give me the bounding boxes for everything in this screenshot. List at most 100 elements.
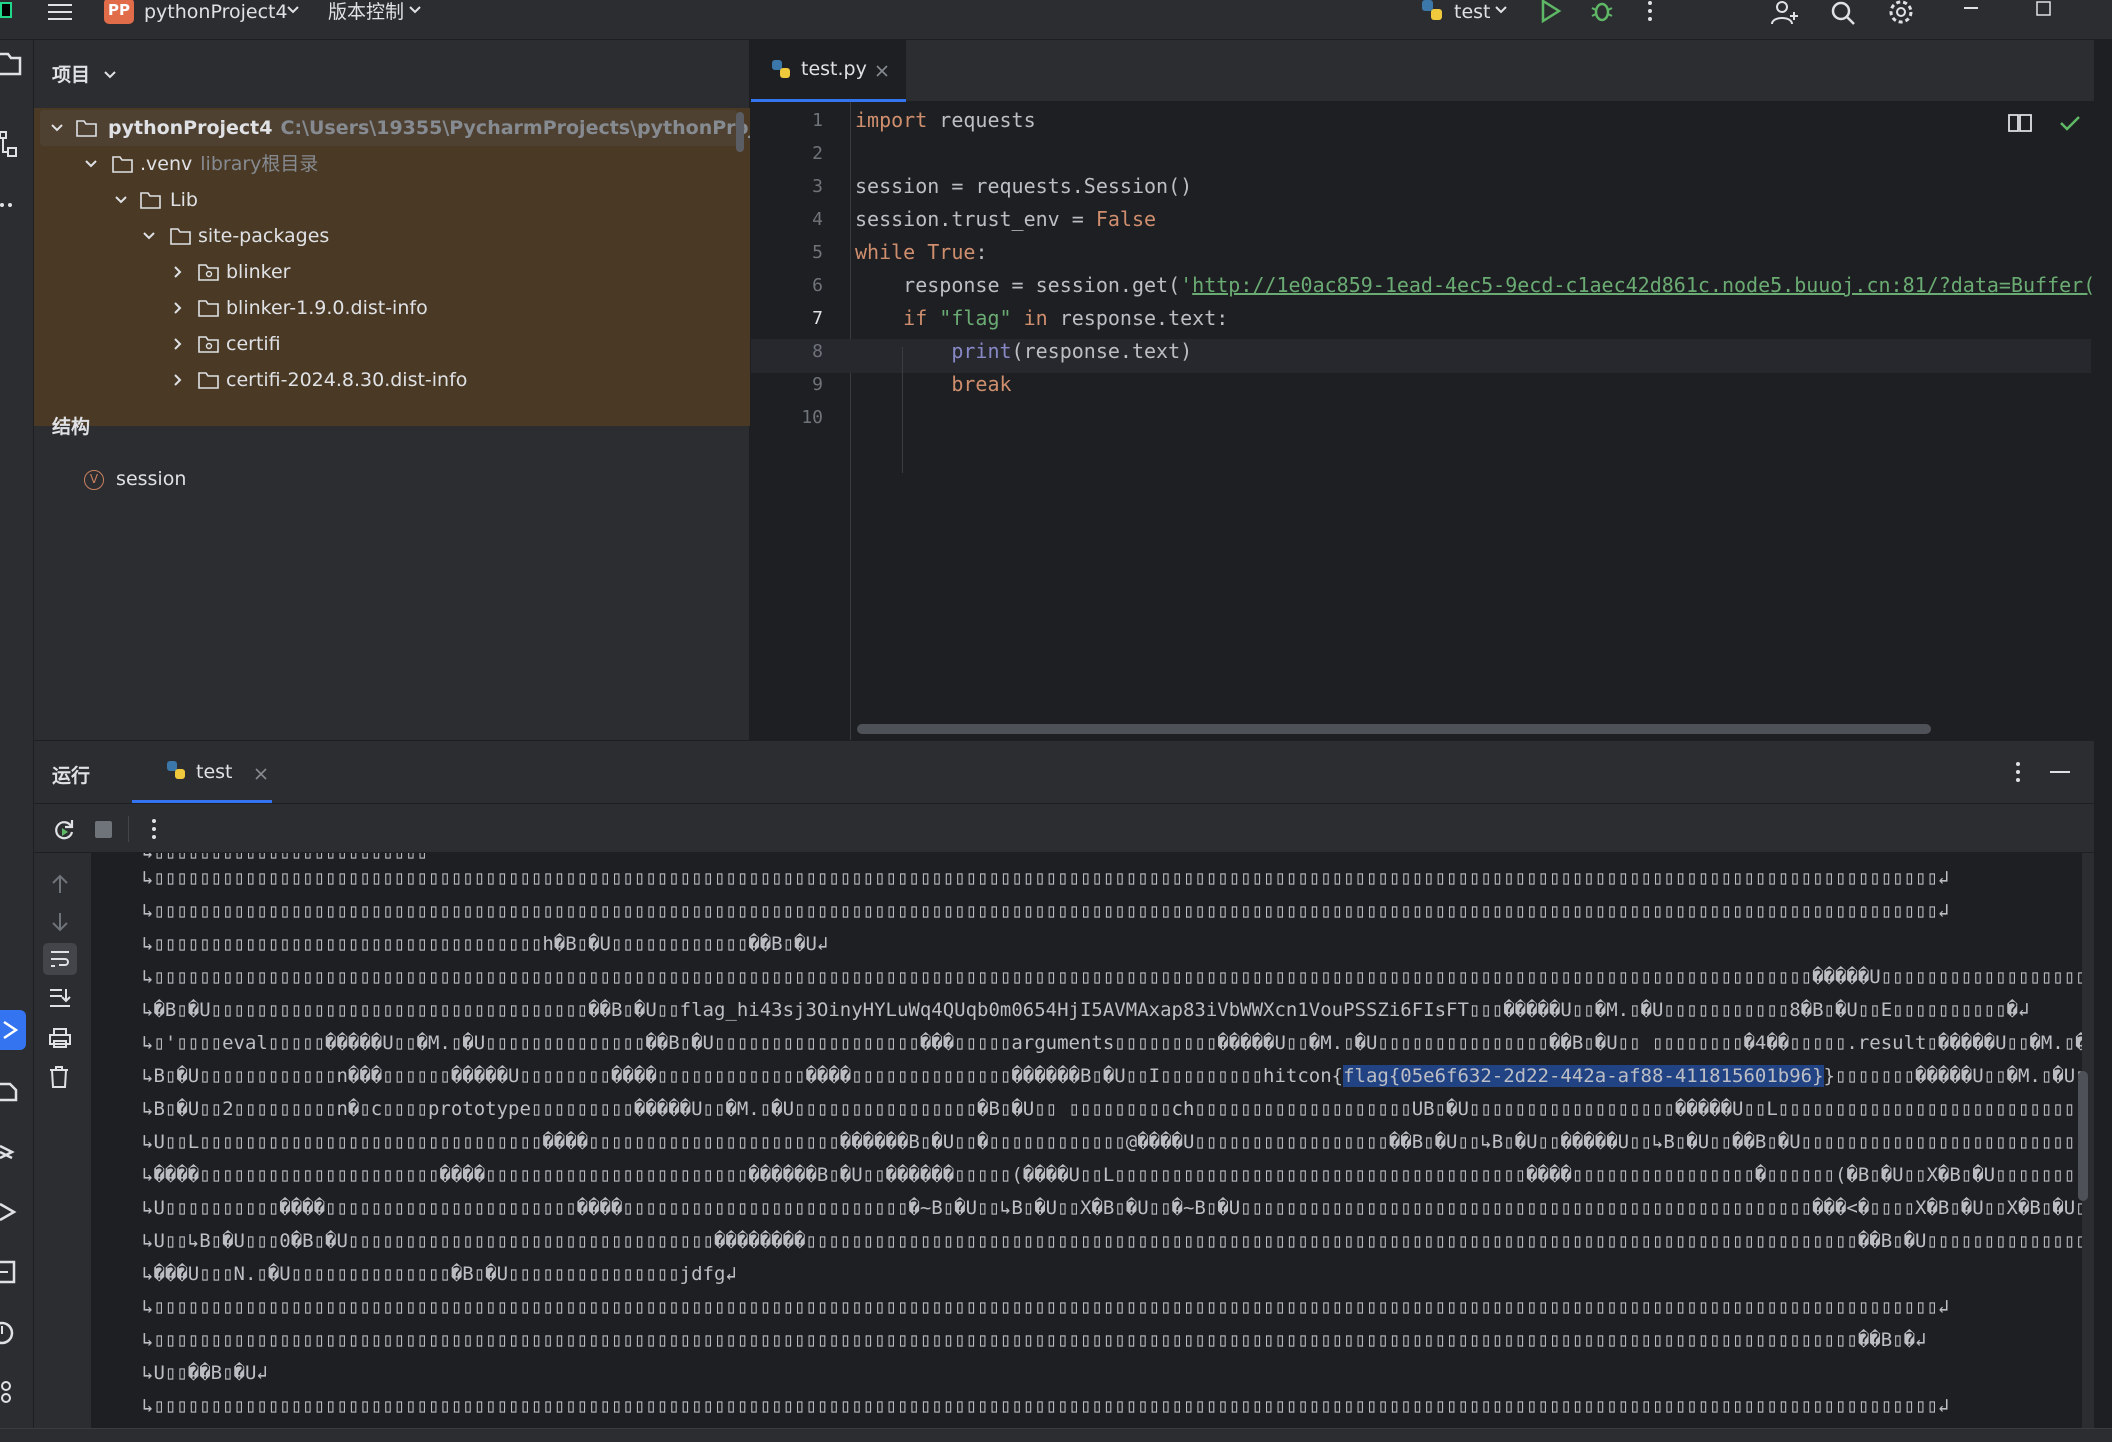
editor-area: test.py 1 2 3 4 5 6 7 8 9 10 import requ… bbox=[751, 40, 2094, 740]
run-tab-test[interactable]: test bbox=[132, 741, 272, 803]
console-line: ↳▯▯▯▯▯▯▯▯▯▯▯▯▯▯▯▯▯▯▯▯▯▯▯▯▯▯▯▯▯▯▯▯▯▯h�B▯�… bbox=[142, 933, 829, 955]
status-bar bbox=[0, 1428, 2112, 1442]
hide-panel-icon[interactable] bbox=[2050, 771, 2070, 775]
more-vertical-icon[interactable] bbox=[1646, 0, 1654, 22]
chevron-right-icon bbox=[174, 302, 182, 314]
soft-wrap-button[interactable] bbox=[43, 943, 77, 975]
run-tool-button[interactable] bbox=[0, 1010, 26, 1050]
chevron-right-icon bbox=[174, 266, 182, 278]
project-panel-header[interactable]: 项目 bbox=[52, 60, 117, 87]
run-tool-window: 运行 test ↳▯▯▯▯▯▯▯▯▯▯▯▯▯▯▯▯▯▯▯▯▯▯▯▯ ↳▯▯▯▯▯… bbox=[34, 740, 2094, 1429]
console-line: ↳▯'▯▯▯▯eval▯▯▯▯▯�����U▯▯�M.▯�U▯▯▯▯▯▯▯▯▯▯… bbox=[142, 1032, 2082, 1054]
code-line-7: if "flag" in response.text: bbox=[855, 306, 1229, 330]
problems-icon[interactable] bbox=[0, 1320, 20, 1346]
tree-row-site-packages[interactable]: site-packages bbox=[34, 218, 746, 254]
console-line: ↳▯▯▯▯▯▯▯▯▯▯▯▯▯▯▯▯▯▯▯▯▯▯▯▯▯▯▯▯▯▯▯▯▯▯▯▯▯▯▯… bbox=[142, 1296, 1950, 1318]
chevron-down-icon bbox=[103, 71, 116, 79]
code-line-9: break bbox=[855, 372, 1012, 396]
tree-hint: C:\Users\19355\PycharmProjects\pythonPro… bbox=[280, 117, 751, 139]
code-line-3: session = requests.Session() bbox=[855, 174, 1193, 198]
structure-icon[interactable] bbox=[0, 130, 22, 160]
project-folder-icon[interactable] bbox=[0, 50, 22, 76]
tree-label: blinker bbox=[226, 261, 291, 283]
tree-label: certifi bbox=[226, 333, 281, 355]
python-icon bbox=[1422, 0, 1442, 20]
tree-label: pythonProject4 bbox=[108, 117, 273, 139]
title-bar: PP pythonProject4 版本控制 test bbox=[0, 0, 2112, 40]
folder-icon bbox=[198, 300, 219, 317]
maximize-icon[interactable] bbox=[2036, 0, 2052, 18]
console-line-rest: }▯▯▯▯▯▯▯�����U▯▯�M.▯�U▯▯▯▯▯▯▯▯▯▯▯▯▯▯▯��↲ bbox=[1823, 1065, 2082, 1087]
code-line-5: while True: bbox=[855, 240, 988, 264]
folder-icon bbox=[170, 228, 191, 245]
app-logo-icon[interactable] bbox=[0, 0, 14, 22]
structure-item-session[interactable]: V session bbox=[84, 464, 186, 494]
more-vertical-icon[interactable] bbox=[2014, 761, 2022, 783]
settings-gear-icon[interactable] bbox=[1888, 0, 1916, 26]
rerun-icon[interactable] bbox=[52, 818, 76, 842]
soft-wrap-icon bbox=[51, 951, 69, 967]
python-packages-icon[interactable] bbox=[0, 1080, 20, 1104]
scroll-to-end-icon[interactable] bbox=[48, 987, 72, 1009]
code-content[interactable]: import requests session = requests.Sessi… bbox=[751, 40, 2094, 740]
arrow-up-icon[interactable] bbox=[50, 873, 70, 895]
project-panel-title: 项目 bbox=[52, 64, 91, 86]
layers-icon[interactable] bbox=[0, 1140, 20, 1164]
arrow-down-icon[interactable] bbox=[50, 911, 70, 933]
add-user-icon[interactable] bbox=[1770, 0, 1798, 26]
url-link[interactable]: http://1e0ac859-1ead-4ec5-9ecd-c1aec42d8… bbox=[1192, 273, 2094, 297]
console-line: ↳▯▯▯▯▯▯▯▯▯▯▯▯▯▯▯▯▯▯▯▯▯▯▯▯▯▯▯▯▯▯▯▯▯▯▯▯▯▯▯… bbox=[142, 867, 1950, 889]
tree-label: blinker-1.9.0.dist-info bbox=[226, 297, 428, 319]
project-badge[interactable]: PP bbox=[104, 0, 134, 24]
chevron-right-icon bbox=[174, 374, 182, 386]
horizontal-scrollbar[interactable] bbox=[857, 724, 1931, 734]
project-name-menu[interactable]: pythonProject4 bbox=[144, 0, 288, 24]
tree-row-certifi[interactable]: certifi bbox=[34, 326, 746, 362]
git-icon[interactable] bbox=[0, 1380, 20, 1404]
structure-item-label: session bbox=[116, 468, 187, 490]
stop-icon[interactable] bbox=[94, 820, 114, 840]
main-menu-icon[interactable] bbox=[48, 2, 74, 22]
console-line: ↳▯▯▯▯▯▯▯▯▯▯▯▯▯▯▯▯▯▯▯▯▯▯▯▯▯▯▯▯▯▯▯▯▯▯▯▯▯▯▯… bbox=[142, 1395, 1950, 1417]
close-icon[interactable] bbox=[254, 767, 268, 781]
console-scrollbar[interactable] bbox=[2078, 1071, 2088, 1201]
folder-icon bbox=[140, 192, 161, 209]
search-icon[interactable] bbox=[1830, 0, 1856, 26]
tree-row-venv[interactable]: .venv library根目录 bbox=[34, 146, 746, 182]
tree-scrollbar[interactable] bbox=[736, 112, 744, 152]
tree-hint: library根目录 bbox=[200, 153, 319, 175]
terminal-icon[interactable] bbox=[0, 1260, 20, 1284]
code-line-8: print(response.text) bbox=[855, 339, 1193, 363]
structure-panel-title: 结构 bbox=[52, 416, 91, 438]
run-config-selector[interactable]: test bbox=[1454, 0, 1491, 24]
console-line: ↳U▯▯L▯▯▯▯▯▯▯▯▯▯▯▯▯▯▯▯▯▯▯▯▯▯▯▯▯▯▯▯▯▯����▯… bbox=[142, 1131, 2082, 1153]
more-horizontal-icon[interactable] bbox=[0, 200, 20, 210]
flag-highlight[interactable]: flag{05e6f632-2d22-442a-af88-411815601b9… bbox=[1343, 1065, 1824, 1087]
console-line: ↳����▯▯▯▯▯▯▯▯▯▯▯▯▯▯▯▯▯▯▯▯▯����▯▯▯▯▯▯▯▯▯▯… bbox=[142, 1164, 2082, 1186]
trash-icon[interactable] bbox=[48, 1065, 70, 1089]
python-icon bbox=[167, 761, 185, 779]
tree-row-lib[interactable]: Lib bbox=[34, 182, 746, 218]
chevron-down-icon bbox=[115, 196, 127, 204]
package-folder-icon bbox=[198, 264, 219, 281]
tree-row-blinker[interactable]: blinker bbox=[34, 254, 746, 290]
console-output[interactable]: ↳▯▯▯▯▯▯▯▯▯▯▯▯▯▯▯▯▯▯▯▯▯▯▯▯ ↳▯▯▯▯▯▯▯▯▯▯▯▯▯… bbox=[92, 853, 2082, 1429]
tree-label: Lib bbox=[170, 189, 198, 211]
more-vertical-icon[interactable] bbox=[150, 818, 158, 840]
tree-row-blinker-dist-info[interactable]: blinker-1.9.0.dist-info bbox=[34, 290, 746, 326]
chevron-down-icon bbox=[85, 160, 97, 168]
chevron-down-icon bbox=[51, 124, 63, 132]
run-icon[interactable] bbox=[1538, 0, 1562, 24]
run-icon bbox=[3, 1020, 18, 1040]
vcs-menu[interactable]: 版本控制 bbox=[328, 0, 404, 24]
services-icon[interactable] bbox=[0, 1200, 20, 1224]
debug-icon[interactable] bbox=[1590, 0, 1614, 24]
console-line: ↳▯▯▯▯▯▯▯▯▯▯▯▯▯▯▯▯▯▯▯▯▯▯▯▯▯▯▯▯▯▯▯▯▯▯▯▯▯▯▯… bbox=[142, 1329, 1927, 1351]
console-line: ↳U▯▯��B▯�U↲ bbox=[142, 1362, 268, 1384]
print-icon[interactable] bbox=[48, 1027, 72, 1049]
console-line: ↳B▯�U▯▯2▯▯▯▯▯▯▯▯▯n�▯c▯▯▯▯prototype▯▯▯▯▯▯… bbox=[142, 1098, 2082, 1120]
tree-row-certifi-dist-info[interactable]: certifi-2024.8.30.dist-info bbox=[34, 362, 746, 398]
variable-badge-icon: V bbox=[84, 469, 104, 490]
tree-row-project-root[interactable]: pythonProject4 C:\Users\19355\PycharmProj… bbox=[40, 110, 750, 146]
minimize-icon[interactable] bbox=[1964, 0, 1980, 16]
